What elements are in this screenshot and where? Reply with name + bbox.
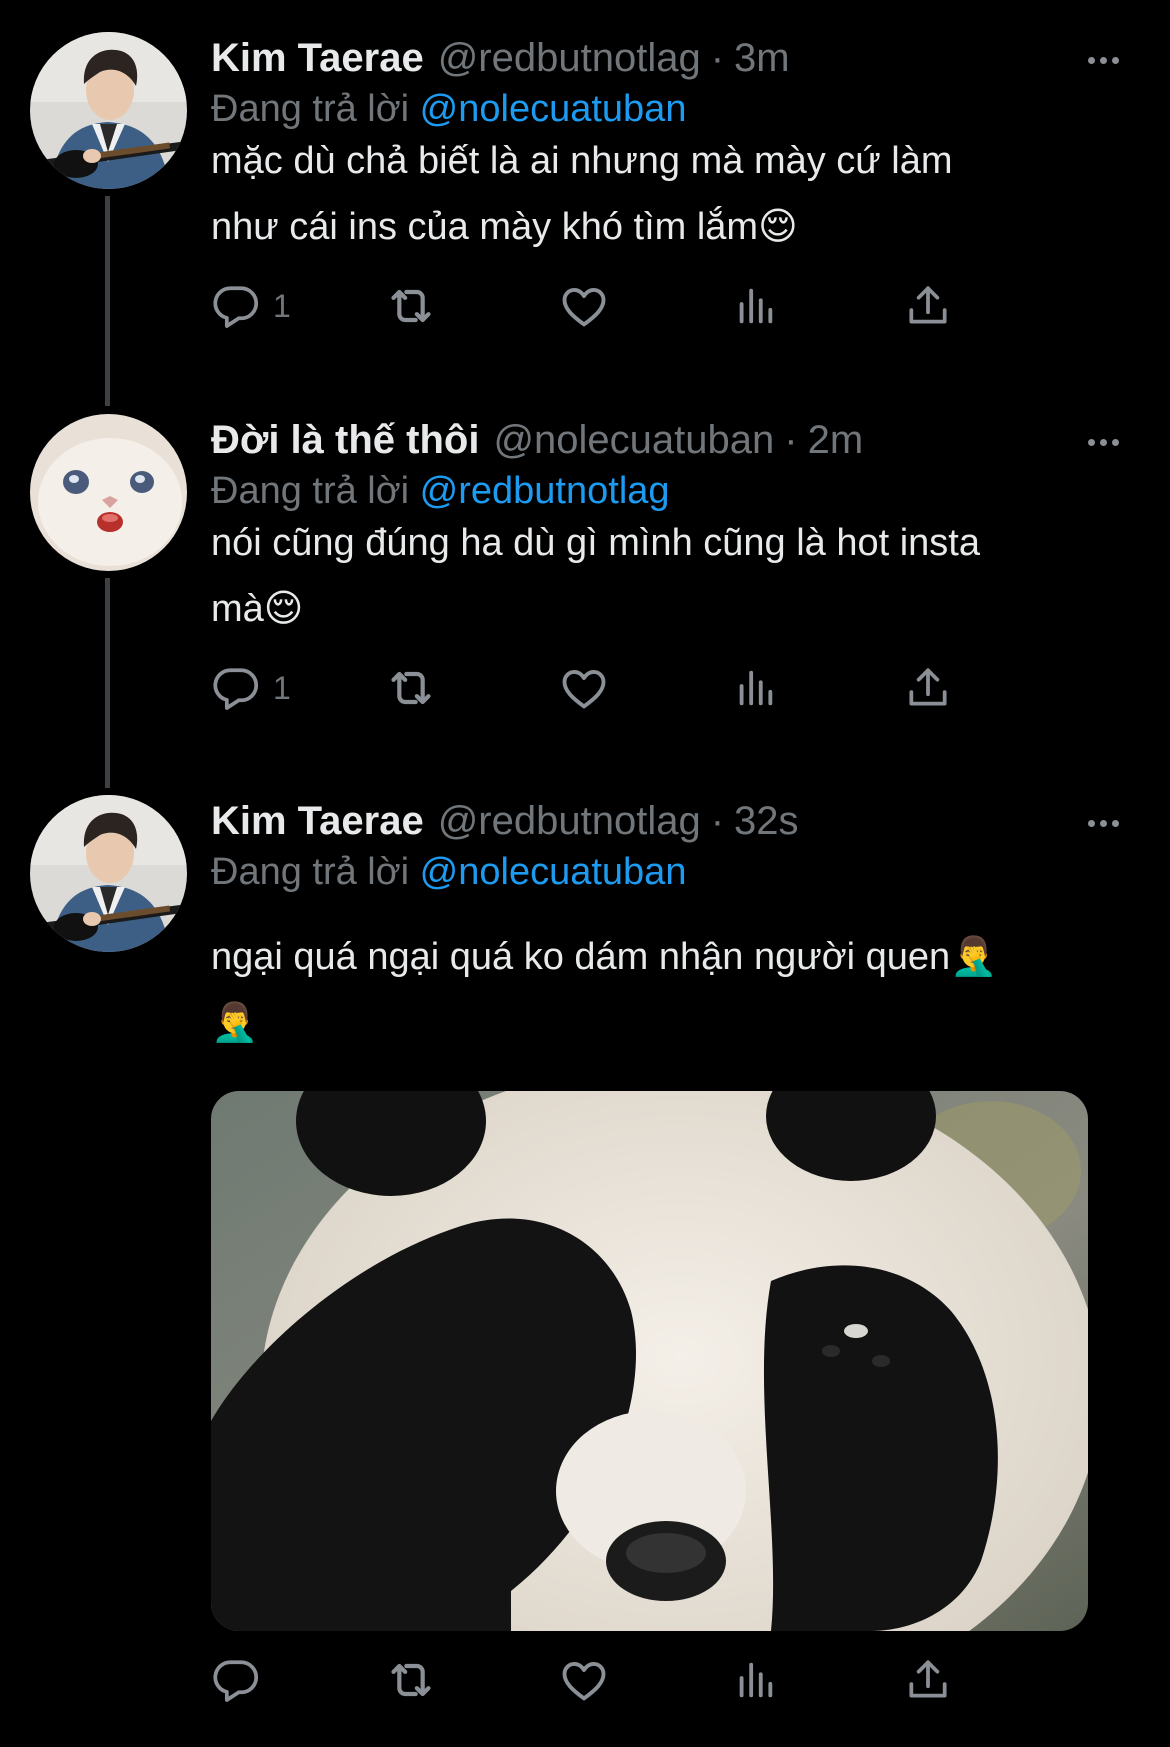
tweet-text-line: nói cũng đúng ha dù gì mình cũng là hot … xyxy=(211,522,980,564)
reply-icon xyxy=(211,663,261,713)
username[interactable]: @redbutnotlag xyxy=(438,36,701,81)
username[interactable]: @nolecuatuban xyxy=(493,418,774,463)
reply-context: Đang trả lời @nolecuatuban xyxy=(211,88,686,131)
views-button[interactable] xyxy=(732,658,778,718)
tweet-header: Kim Taerae @redbutnotlag · 32s xyxy=(211,793,799,849)
share-icon xyxy=(903,281,953,331)
reply-prefix: Đang trả lời xyxy=(211,470,410,512)
reply-button[interactable]: 1 xyxy=(211,658,291,718)
like-icon xyxy=(558,662,610,714)
reply-button[interactable] xyxy=(211,1650,261,1710)
share-icon xyxy=(903,1655,953,1705)
like-button[interactable] xyxy=(558,1650,610,1710)
reply-prefix: Đang trả lời xyxy=(211,851,410,893)
share-button[interactable] xyxy=(903,658,953,718)
reply-button[interactable]: 1 xyxy=(211,276,291,336)
avatar[interactable] xyxy=(30,32,187,189)
mention-link[interactable]: @nolecuatuban xyxy=(420,88,687,130)
views-icon xyxy=(732,665,778,711)
views-icon xyxy=(732,1657,778,1703)
display-name[interactable]: Đời là thế thôi xyxy=(211,418,479,463)
share-button[interactable] xyxy=(903,276,953,336)
reply-context: Đang trả lời @nolecuatuban xyxy=(211,851,686,894)
more-icon[interactable] xyxy=(1076,422,1130,462)
retweet-icon xyxy=(383,278,439,334)
avatar[interactable] xyxy=(30,414,187,571)
more-icon[interactable] xyxy=(1076,40,1130,80)
thread-line xyxy=(105,578,110,788)
mention-link[interactable]: @nolecuatuban xyxy=(420,851,687,893)
tweet-text-line: như cái ins của mày khó tìm lắm😌 xyxy=(211,206,798,248)
like-icon xyxy=(558,1654,610,1706)
separator-dot: · xyxy=(710,35,725,80)
separator-dot: · xyxy=(784,417,798,462)
tweet-actions: 1 xyxy=(211,276,1031,336)
timestamp[interactable]: 3m xyxy=(734,36,790,81)
separator-dot: · xyxy=(710,798,725,843)
tweet-media-image[interactable] xyxy=(211,1091,1088,1631)
tweet-text-line: mặc dù chả biết là ai nhưng mà mày cứ là… xyxy=(211,140,953,182)
tweet-header: Đời là thế thôi @nolecuatuban · 2m xyxy=(211,412,863,468)
username[interactable]: @redbutnotlag xyxy=(438,799,701,844)
views-button[interactable] xyxy=(732,1650,778,1710)
tweet-text-line: ngại quá ngại quá ko dám nhận người quen… xyxy=(211,936,998,978)
like-button[interactable] xyxy=(558,276,610,336)
retweet-button[interactable] xyxy=(383,1650,439,1710)
retweet-button[interactable] xyxy=(383,276,439,336)
retweet-icon xyxy=(383,660,439,716)
reply-count: 1 xyxy=(273,287,291,324)
tweet-text-line: mà😌 xyxy=(211,588,304,630)
retweet-icon xyxy=(383,1652,439,1708)
like-icon xyxy=(558,280,610,332)
timestamp[interactable]: 32s xyxy=(734,799,799,844)
thread-line xyxy=(105,196,110,406)
tweet-actions xyxy=(211,1650,1031,1710)
display-name[interactable]: Kim Taerae xyxy=(211,799,424,844)
tweet-header: Kim Taerae @redbutnotlag · 3m xyxy=(211,30,790,86)
reply-icon xyxy=(211,1655,261,1705)
tweet-text-line: 🤦‍♂️ xyxy=(211,1002,259,1044)
reply-prefix: Đang trả lời xyxy=(211,88,410,130)
views-button[interactable] xyxy=(732,276,778,336)
timestamp[interactable]: 2m xyxy=(808,418,864,463)
tweet-actions: 1 xyxy=(211,658,1031,718)
reply-count: 1 xyxy=(273,669,291,706)
reply-icon xyxy=(211,281,261,331)
share-icon xyxy=(903,663,953,713)
reply-context: Đang trả lời @redbutnotlag xyxy=(211,470,670,513)
display-name[interactable]: Kim Taerae xyxy=(211,36,424,81)
avatar[interactable] xyxy=(30,795,187,952)
like-button[interactable] xyxy=(558,658,610,718)
share-button[interactable] xyxy=(903,1650,953,1710)
retweet-button[interactable] xyxy=(383,658,439,718)
mention-link[interactable]: @redbutnotlag xyxy=(420,470,670,512)
more-icon[interactable] xyxy=(1076,803,1130,843)
views-icon xyxy=(732,283,778,329)
